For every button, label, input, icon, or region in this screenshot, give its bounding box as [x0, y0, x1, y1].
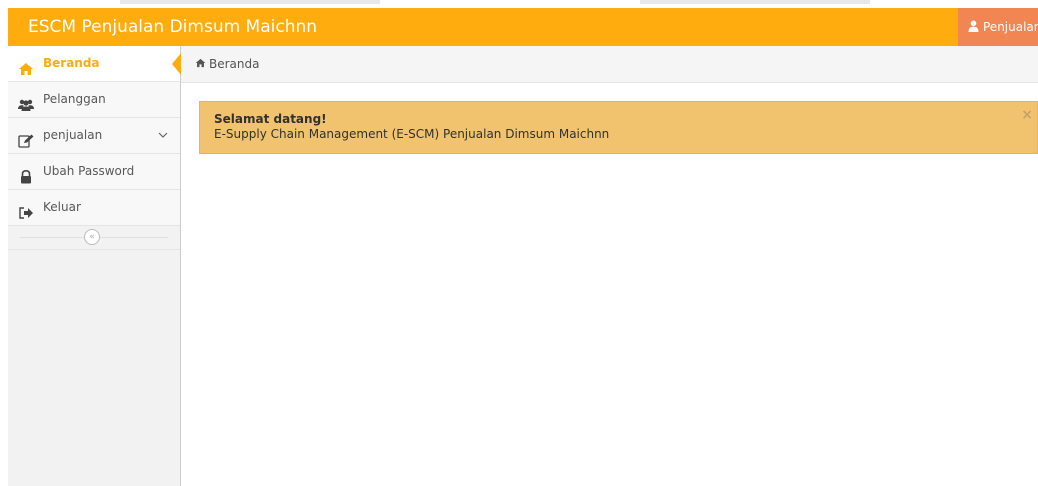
close-icon[interactable]: ×: [1021, 108, 1033, 123]
tab-shape: [120, 0, 380, 4]
home-icon: [195, 46, 206, 82]
user-icon: [968, 9, 979, 47]
sidebar-item-beranda[interactable]: Beranda: [8, 46, 181, 82]
sidebar-item-ubah-password[interactable]: Ubah Password: [8, 154, 180, 190]
tab-shape: [640, 0, 870, 4]
sidebar-item-pelanggan[interactable]: Pelanggan: [8, 82, 180, 118]
sidebar-item-keluar[interactable]: Keluar: [8, 190, 180, 226]
sidebar-item-label: Keluar: [43, 200, 81, 214]
breadcrumb: Beranda: [181, 46, 1038, 83]
breadcrumb-link-beranda[interactable]: Beranda: [209, 57, 259, 71]
browser-top-strip: [0, 0, 1038, 8]
collapse-sidebar-button[interactable]: «: [84, 229, 100, 245]
edit-icon: [18, 127, 34, 148]
sidebar: Beranda Pelanggan penjualan Ubah Passwor…: [8, 46, 181, 486]
sidebar-item-penjualan[interactable]: penjualan: [8, 118, 180, 154]
chevron-down-icon: [158, 118, 168, 153]
sidebar-item-label: Ubah Password: [43, 164, 135, 178]
logout-icon: [18, 199, 34, 219]
app-brand[interactable]: ESCM Penjualan Dimsum Maichnn: [28, 8, 317, 46]
user-menu-label: Penjualan: [983, 20, 1038, 34]
alert-message: E-Supply Chain Management (E-SCM) Penjua…: [214, 127, 610, 141]
main-content: Beranda Selamat datang! E-Supply Chain M…: [181, 46, 1038, 486]
welcome-alert: Selamat datang! E-Supply Chain Managemen…: [199, 101, 1038, 154]
user-menu-button[interactable]: Penjualan: [958, 8, 1038, 46]
sidebar-collapse-row: «: [8, 226, 180, 250]
sidebar-item-label: Pelanggan: [43, 92, 106, 106]
home-icon: [18, 55, 34, 75]
top-navbar: ESCM Penjualan Dimsum Maichnn Penjualan: [8, 8, 1038, 46]
alert-title: Selamat datang!: [214, 112, 327, 126]
users-icon: [18, 91, 34, 111]
sidebar-item-label: penjualan: [43, 128, 103, 142]
lock-icon: [18, 163, 34, 184]
sidebar-item-label: Beranda: [43, 56, 100, 70]
